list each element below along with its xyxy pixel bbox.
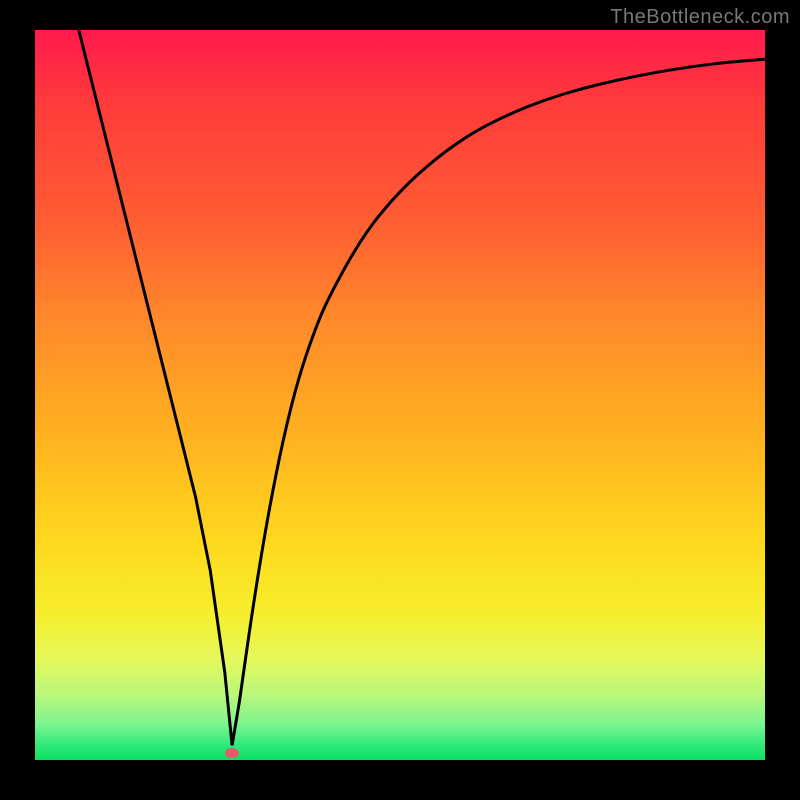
curve-path <box>79 30 765 745</box>
watermark-text: TheBottleneck.com <box>610 6 790 29</box>
plot-area <box>35 30 765 760</box>
bottleneck-curve <box>35 30 765 760</box>
chart-frame: TheBottleneck.com <box>0 0 800 800</box>
optimal-marker <box>225 748 239 758</box>
